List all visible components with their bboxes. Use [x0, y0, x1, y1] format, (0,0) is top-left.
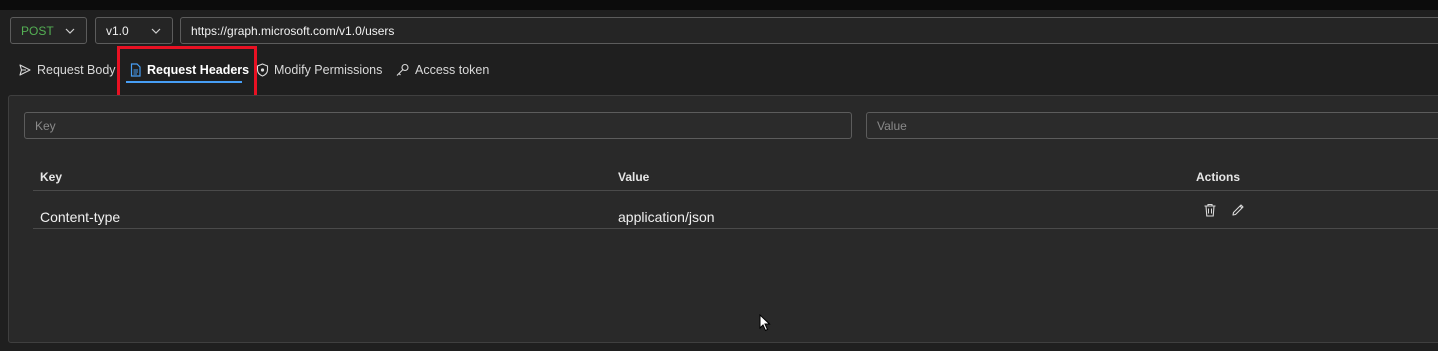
http-method-dropdown[interactable]: POST — [10, 17, 87, 44]
column-header-key: Key — [40, 170, 63, 184]
chevron-down-icon — [150, 25, 162, 37]
tab-request-body[interactable]: Request Body — [18, 56, 116, 84]
row-value-cell: application/json — [618, 209, 715, 225]
column-header-value: Value — [618, 170, 650, 184]
chevron-down-icon — [64, 25, 76, 37]
edit-icon[interactable] — [1230, 202, 1246, 218]
version-dropdown[interactable]: v1.0 — [95, 17, 173, 44]
shield-icon — [256, 63, 269, 77]
tab-label: Request Body — [37, 63, 116, 77]
highlight-annotation-box — [117, 46, 257, 98]
send-icon — [19, 64, 31, 76]
tab-label: Access token — [415, 63, 490, 77]
key-icon — [396, 63, 409, 76]
mouse-cursor-icon — [759, 314, 771, 332]
header-value-input[interactable] — [866, 112, 1438, 139]
column-header-actions: Actions — [1196, 170, 1241, 184]
table-header-divider — [33, 190, 1438, 191]
version-value: v1.0 — [106, 23, 129, 38]
top-strip — [0, 0, 1438, 10]
delete-icon[interactable] — [1202, 202, 1218, 218]
tab-label: Modify Permissions — [274, 63, 383, 77]
url-input[interactable] — [180, 17, 1438, 44]
row-key-cell: Content-type — [40, 209, 121, 225]
tab-modify-permissions[interactable]: Modify Permissions — [256, 56, 382, 84]
table-row-divider — [33, 228, 1438, 229]
tab-access-token[interactable]: Access token — [395, 56, 489, 84]
header-key-input[interactable] — [24, 112, 852, 139]
http-method-value: POST — [21, 23, 54, 38]
